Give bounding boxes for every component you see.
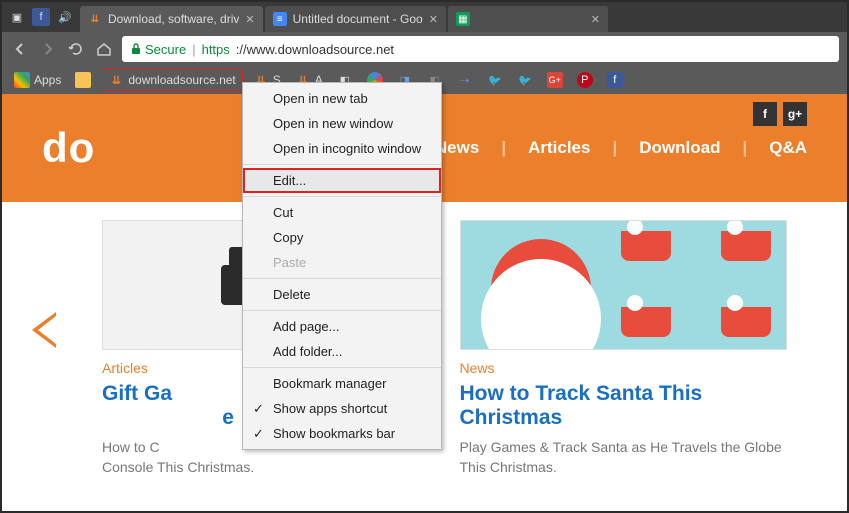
card-1[interactable]: News How to Track Santa This Christmas P… [460,220,788,477]
nav-download[interactable]: Download [639,138,720,158]
menu-paste: Paste [243,250,441,275]
carousel-prev-icon[interactable] [32,312,56,348]
nav-articles[interactable]: Articles [528,138,590,158]
bookmark-downloadsource[interactable]: ⇊ downloadsource.net [101,69,242,91]
address-bar[interactable]: Secure | https ://www.downloadsource.net [122,36,839,62]
card-title[interactable]: How to Track Santa This Christmas [460,382,788,430]
nav-bar: Secure | https ://www.downloadsource.net [2,32,847,66]
social-top: f g+ [753,102,807,126]
close-tab-icon[interactable]: ✕ [591,13,600,26]
menu-delete[interactable]: Delete [243,282,441,307]
pinterest-icon: P [577,72,593,88]
top-nav: News| Articles| Download| Q&A [435,138,807,158]
bookmark-label: downloadsource.net [128,73,235,87]
close-tab-icon[interactable]: ✕ [429,13,438,26]
twitter-icon: 🐦 [517,72,533,88]
generic-icon: ⇢ [457,72,473,88]
menu-open-new-tab[interactable]: Open in new tab [243,86,441,111]
facebook-sysicon[interactable]: f [32,8,50,26]
menu-add-page[interactable]: Add page... [243,314,441,339]
googleplus-button[interactable]: g+ [783,102,807,126]
menu-open-incognito[interactable]: Open in incognito window [243,136,441,161]
apps-icon [14,72,30,88]
tab-1[interactable]: ≡ Untitled document - Goo ✕ [265,6,446,32]
tab-title: Untitled document - Goo [293,12,423,26]
bookmark-item[interactable]: P [573,69,597,91]
collapse-icon[interactable]: ▣ [8,8,26,26]
nav-qa[interactable]: Q&A [769,138,807,158]
apps-shortcut[interactable]: Apps [10,69,65,91]
tab-strip: ▣ f 🔊 ⇊ Download, software, driv ✕ ≡ Unt… [2,2,847,32]
folder-icon [75,72,91,88]
secure-label: Secure [145,42,186,57]
docs-favicon: ≡ [273,12,287,26]
facebook-button[interactable]: f [753,102,777,126]
home-icon[interactable] [94,39,114,59]
menu-bookmark-manager[interactable]: Bookmark manager [243,371,441,396]
bookmark-item[interactable]: f [603,69,627,91]
card-desc: Play Games & Track Santa as He Travels t… [460,438,788,477]
sheets-favicon: ▦ [456,12,470,26]
googleplus-icon: G+ [547,72,563,88]
menu-show-bookmarks[interactable]: Show bookmarks bar [243,421,441,446]
menu-add-folder[interactable]: Add folder... [243,339,441,364]
menu-copy[interactable]: Copy [243,225,441,250]
bookmark-folder[interactable] [71,69,95,91]
site-logo[interactable]: do [42,124,95,172]
santa-illustration [461,221,787,349]
menu-open-new-window[interactable]: Open in new window [243,111,441,136]
bookmark-item[interactable]: ⇢ [453,69,477,91]
menu-cut[interactable]: Cut [243,200,441,225]
volume-icon[interactable]: 🔊 [56,8,74,26]
menu-show-apps[interactable]: Show apps shortcut [243,396,441,421]
bookmark-item[interactable]: G+ [543,69,567,91]
url-separator: | [192,42,195,57]
back-icon[interactable] [10,39,30,59]
twitter-icon: 🐦 [487,72,503,88]
ds-icon: ⇊ [108,72,124,88]
url-rest: ://www.downloadsource.net [236,42,394,57]
tab-0[interactable]: ⇊ Download, software, driv ✕ [80,6,263,32]
forward-icon [38,39,58,59]
apps-label: Apps [34,73,61,87]
close-tab-icon[interactable]: ✕ [245,13,254,26]
facebook-icon: f [607,72,623,88]
reload-icon[interactable] [66,39,86,59]
bookmark-item[interactable]: 🐦 [483,69,507,91]
card-category[interactable]: News [460,360,788,376]
ds-favicon: ⇊ [88,12,102,26]
lock-icon: Secure [130,42,186,57]
context-menu: Open in new tab Open in new window Open … [242,82,442,450]
menu-edit[interactable]: Edit... [243,168,441,193]
card-thumb [460,220,788,350]
url-protocol: https [202,42,230,57]
tab-title: Download, software, driv [108,12,239,26]
bookmark-item[interactable]: 🐦 [513,69,537,91]
tab-2[interactable]: ▦ ✕ [448,6,608,32]
